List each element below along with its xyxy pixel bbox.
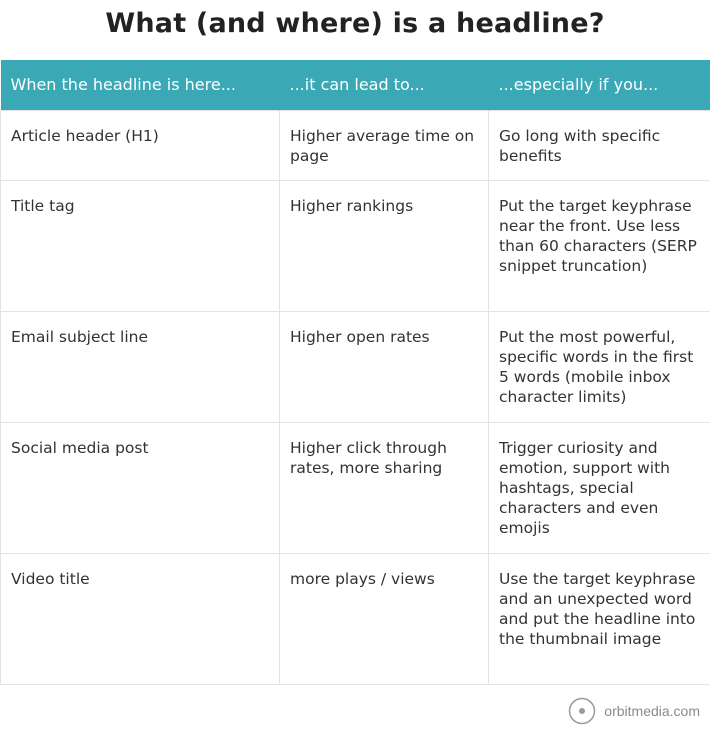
brand-text: orbitmedia.com xyxy=(604,703,700,719)
cell-tips: Trigger curiosity and emotion, support w… xyxy=(488,421,710,554)
table-row: Email subject line Higher open rates Put… xyxy=(0,310,710,423)
cell-tips: Put the most powerful, specific words in… xyxy=(488,310,710,423)
cell-location: Video title xyxy=(0,552,280,685)
cell-tips: Go long with specific benefits xyxy=(488,109,710,181)
cell-location: Email subject line xyxy=(0,310,280,423)
column-header-outcome: ...it can lead to... xyxy=(289,75,425,95)
cell-tips: Put the target keyphrase near the front.… xyxy=(488,179,710,312)
table-row: Title tag Higher rankings Put the target… xyxy=(0,179,710,312)
cell-outcome: Higher open rates xyxy=(279,310,489,423)
table-row: Social media post Higher click through r… xyxy=(0,421,710,554)
table-row: Article header (H1) Higher average time … xyxy=(0,109,710,181)
cell-outcome: Higher click through rates, more sharing xyxy=(279,421,489,554)
cell-outcome: Higher average time on page xyxy=(279,109,489,181)
headline-table: When the headline is here... ...it can l… xyxy=(0,60,710,685)
column-header-tips: ...especially if you... xyxy=(498,75,659,95)
table-row: Video title more plays / views Use the t… xyxy=(0,552,710,685)
cell-location: Article header (H1) xyxy=(0,109,280,181)
cell-outcome: Higher rankings xyxy=(279,179,489,312)
cell-location: Title tag xyxy=(0,179,280,312)
cell-outcome: more plays / views xyxy=(279,552,489,685)
cell-location: Social media post xyxy=(0,421,280,554)
page-title: What (and where) is a headline? xyxy=(105,8,605,39)
column-header-location: When the headline is here... xyxy=(10,75,236,95)
brand-watermark[interactable]: orbitmedia.com xyxy=(568,697,700,725)
table-header-row: When the headline is here... ...it can l… xyxy=(0,60,710,110)
orbit-logo-icon xyxy=(569,697,596,725)
cell-tips: Use the target keyphrase and an unexpect… xyxy=(488,552,710,685)
